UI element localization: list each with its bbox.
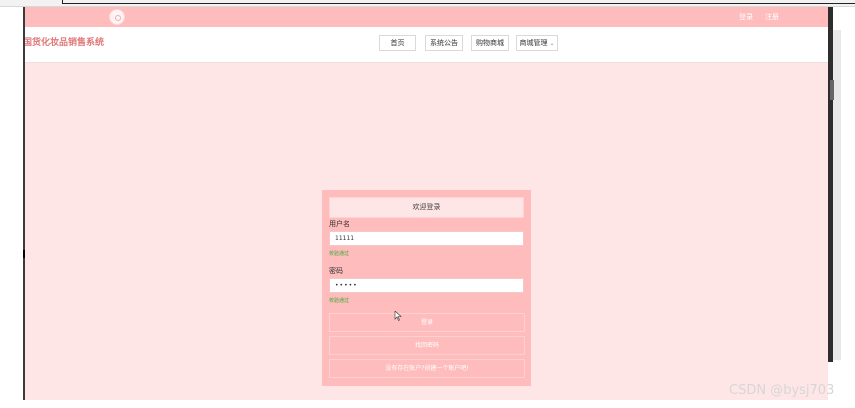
register-link[interactable]: 注册: [765, 12, 779, 22]
logo-icon[interactable]: [109, 9, 125, 25]
username-valid-message: 校验通过: [329, 251, 350, 257]
top-bar: 登录 注册: [25, 7, 828, 27]
password-input[interactable]: •••••: [329, 278, 524, 293]
screenshot-stage: 登录 注册 国货化妆品销售系统 首页 系统公告 购物商城 商城管理 ⌄ 欢迎登录 …: [0, 0, 855, 408]
site-title: 国货化妆品销售系统: [25, 38, 105, 48]
scrollbar-thumb[interactable]: [830, 80, 834, 100]
nav-bar: 国货化妆品销售系统 首页 系统公告 购物商城 商城管理 ⌄: [25, 27, 828, 63]
nav-shopping-mall-label: 购物商城: [476, 39, 504, 47]
nav-system-notice-label: 系统公告: [430, 39, 458, 47]
create-account-button[interactable]: 没有存在账户?创建一个账户吧!: [329, 359, 525, 378]
username-label: 用户名: [329, 220, 350, 228]
password-valid-message: 校验通过: [329, 298, 350, 304]
nav-mall-management[interactable]: 商城管理 ⌄: [516, 35, 558, 51]
nav-system-notice[interactable]: 系统公告: [425, 35, 463, 51]
nav-shopping-mall[interactable]: 购物商城: [471, 35, 509, 51]
password-label: 密码: [329, 267, 343, 275]
window-top-strip: [0, 0, 855, 7]
login-link[interactable]: 登录: [739, 12, 753, 22]
nav-home[interactable]: 首页: [379, 35, 416, 51]
login-button[interactable]: 登录: [329, 313, 525, 332]
nav-mall-management-label: 商城管理: [519, 39, 548, 47]
nav-home-label: 首页: [390, 39, 405, 47]
login-title: 欢迎登录: [329, 197, 524, 218]
forgot-password-button[interactable]: 找回密码: [329, 336, 525, 355]
watermark: CSDN @bysj703: [729, 383, 835, 398]
main-content: 欢迎登录 用户名 11111 校验通过 密码 ••••• 校验通过 登录 找回密…: [25, 63, 828, 400]
login-form: 欢迎登录 用户名 11111 校验通过 密码 ••••• 校验通过 登录 找回密…: [322, 190, 531, 386]
mouse-cursor-icon: [394, 311, 402, 321]
right-scroll-area: [833, 30, 841, 360]
app-window: 登录 注册 国货化妆品销售系统 首页 系统公告 购物商城 商城管理 ⌄ 欢迎登录 …: [25, 7, 828, 400]
chevron-down-icon: ⌄: [549, 40, 555, 47]
username-input[interactable]: 11111: [329, 231, 524, 246]
